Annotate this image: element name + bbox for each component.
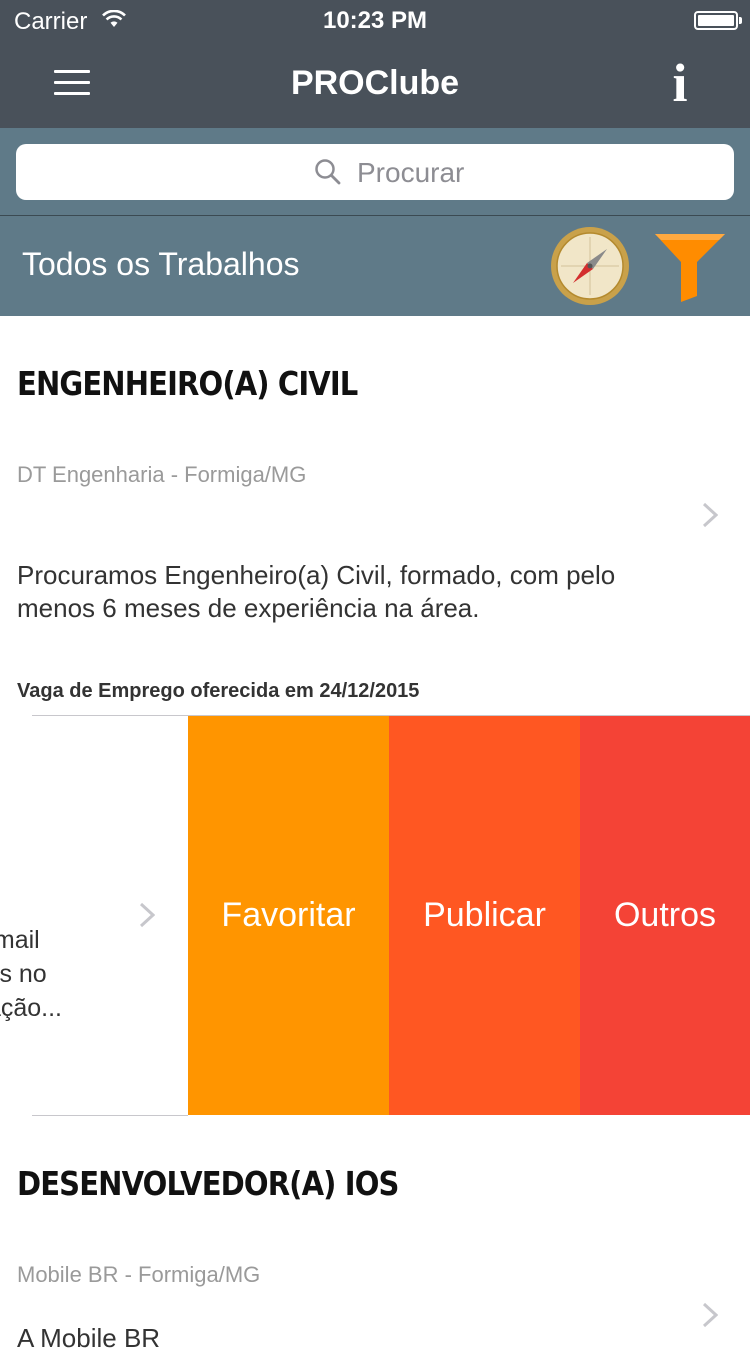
search-input[interactable]: Procurar [16,144,734,200]
swiped-row-content[interactable]: email sts no tação... [0,716,188,1115]
swiped-row-text-3: tação... [0,994,62,1022]
search-placeholder: Procurar [357,157,465,188]
outros-button[interactable]: Outros [580,716,750,1115]
job-date: Vaga de Emprego oferecida em 24/12/2015 [17,680,420,702]
chevron-right-icon[interactable] [702,1302,718,1328]
swiped-row-text-2: sts no [0,960,47,988]
navigation-bar: PROClube i [0,40,750,128]
job-company: DT Engenharia - Formiga/MG [17,462,307,487]
search-bar-container: Procurar [0,128,750,216]
job-title[interactable]: DESENVOLVEDOR(A) IOS [17,1164,399,1203]
job-title[interactable]: ENGENHEIRO(A) CIVIL [17,364,358,403]
chevron-right-icon[interactable] [139,902,155,928]
status-bar: Carrier 10:23 PM [0,0,750,40]
compass-icon[interactable] [549,225,631,307]
job-description: A Mobile BR [17,1323,161,1353]
funnel-icon[interactable] [653,232,727,302]
section-title: Todos os Trabalhos [22,246,300,282]
chevron-right-icon[interactable] [702,502,718,528]
clock: 10:23 PM [322,7,428,34]
section-header: Todos os Trabalhos [0,216,750,316]
row-separator [32,1115,188,1116]
battery-icon [694,11,742,30]
job-company: Mobile BR - Formiga/MG [17,1262,261,1287]
info-icon[interactable]: i [660,52,700,113]
app-title: PROClube [290,64,460,102]
publicar-button[interactable]: Publicar [389,716,580,1115]
search-icon [315,159,341,185]
job-description: Procuramos Engenheiro(a) Civil, formado,… [17,560,616,623]
swiped-row-text-1: email [0,926,40,954]
favoritar-button[interactable]: Favoritar [188,716,389,1115]
